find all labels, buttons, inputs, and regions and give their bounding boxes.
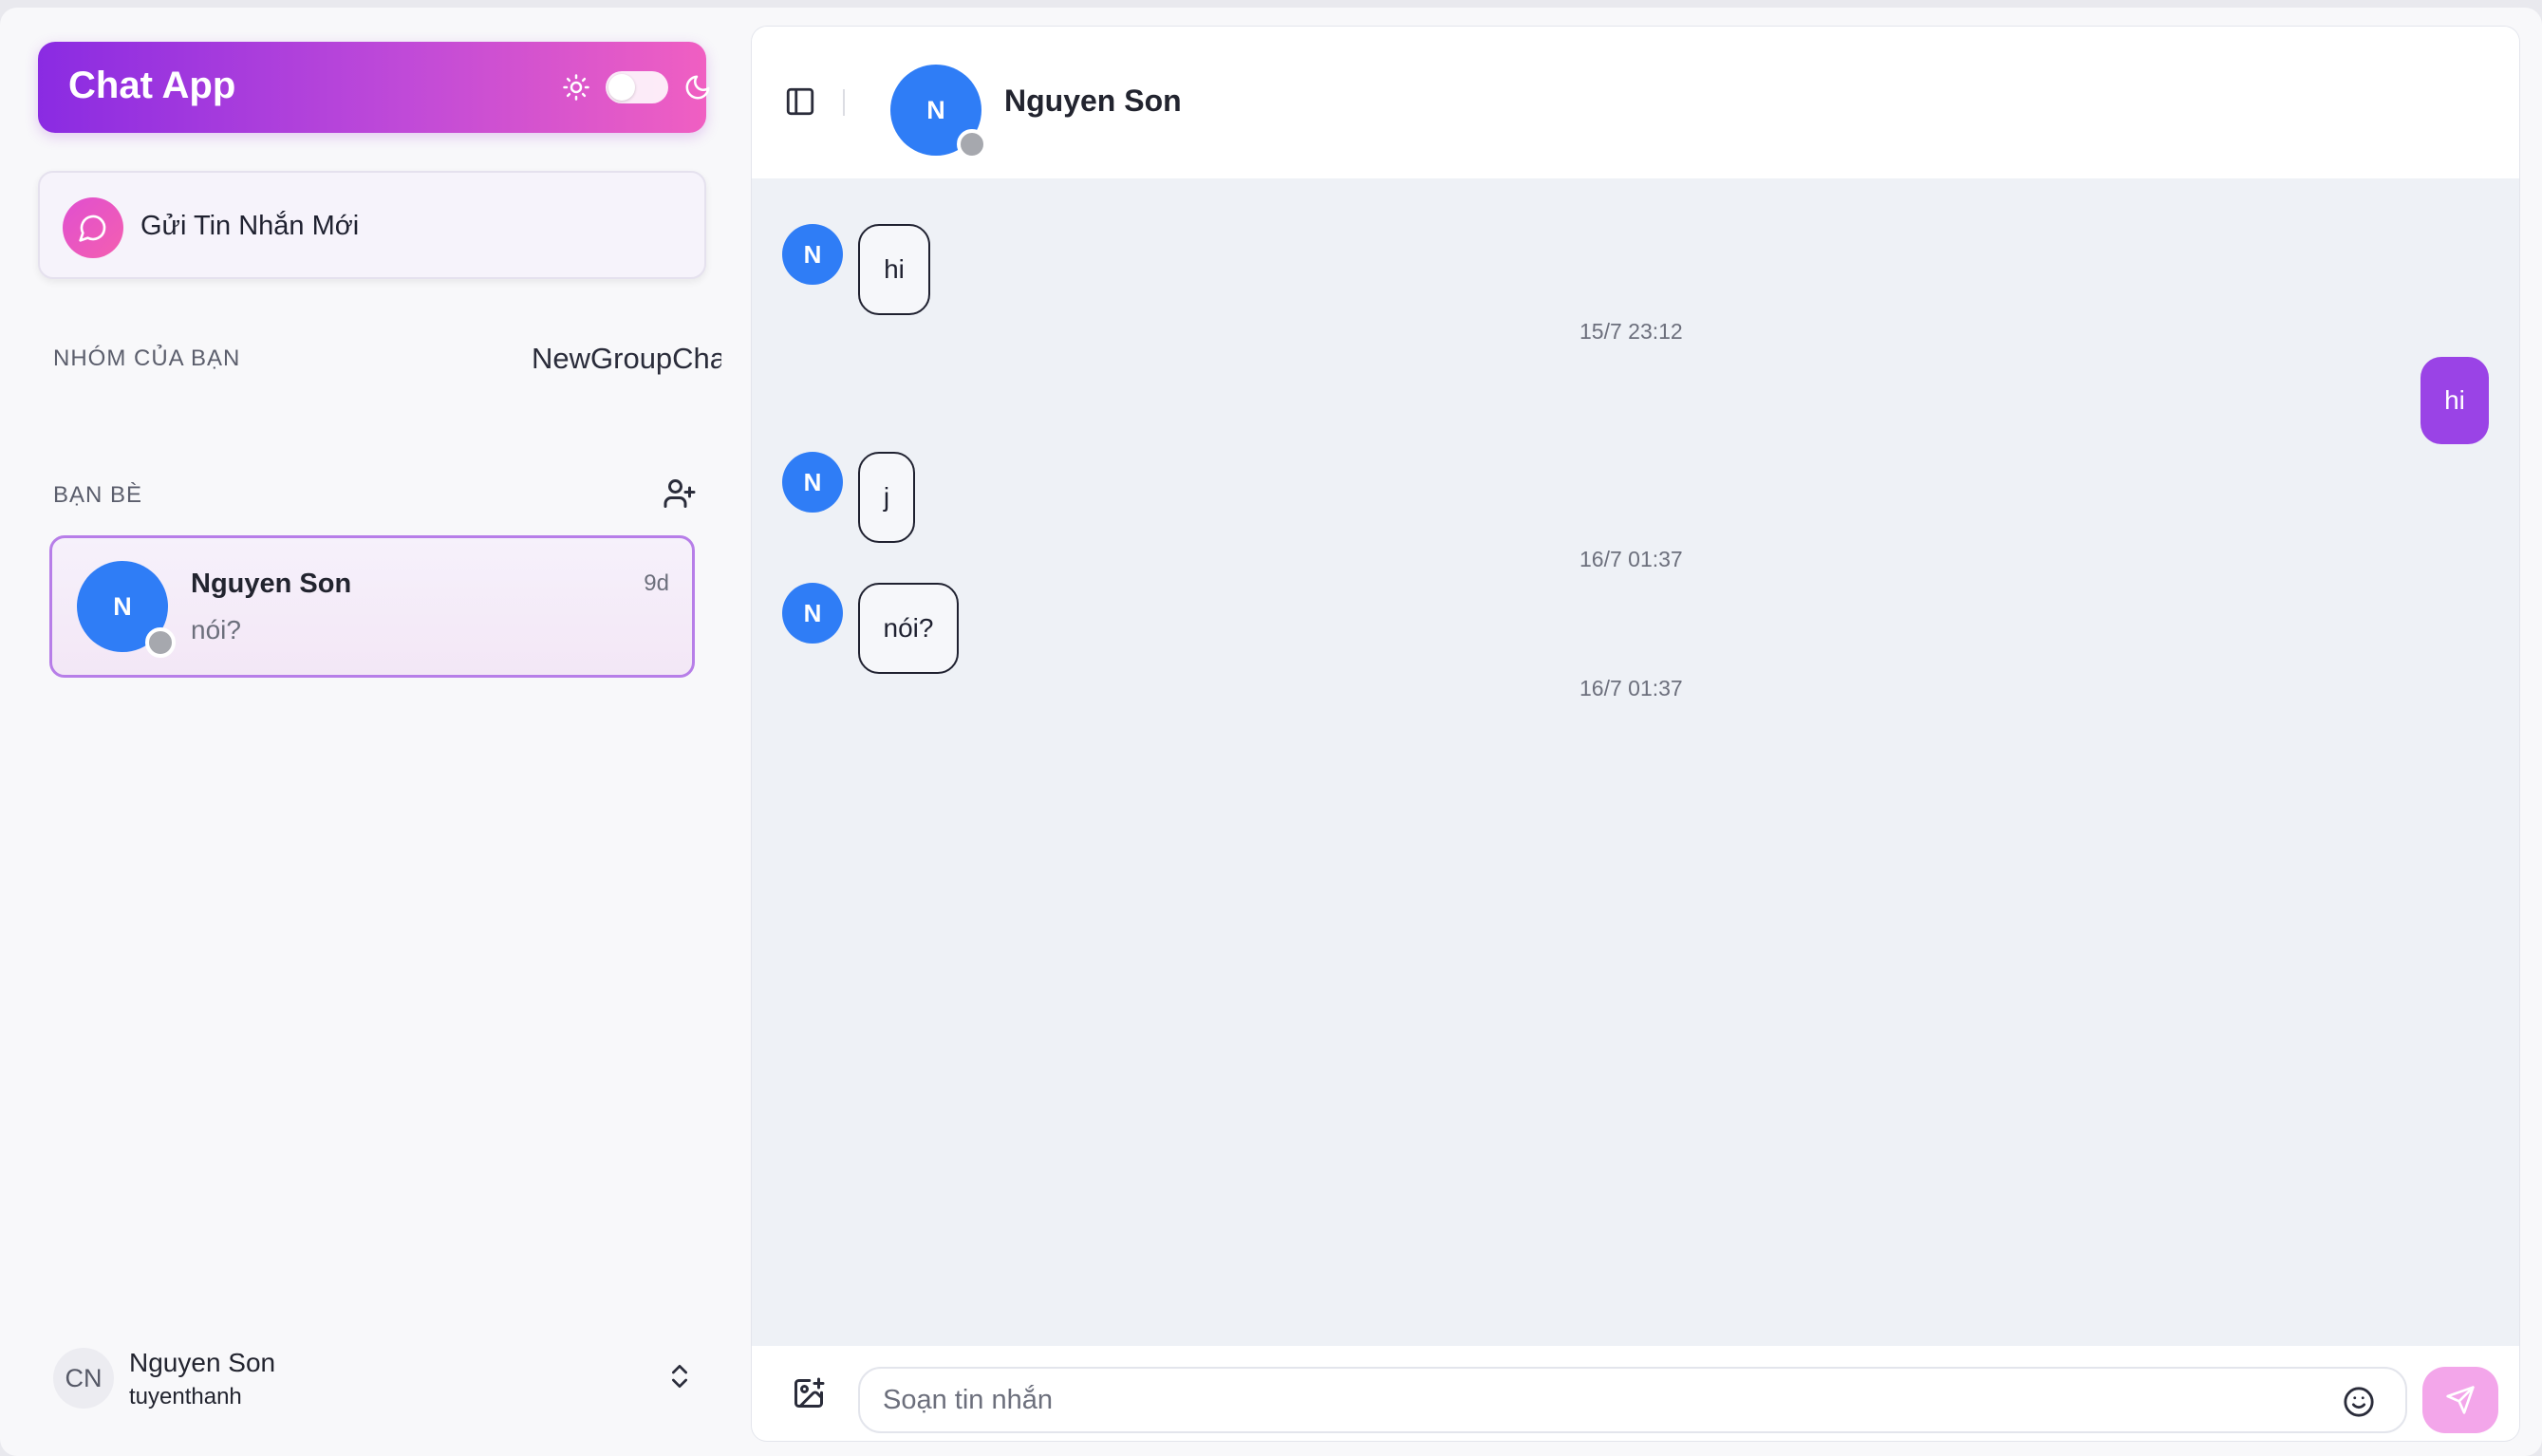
message-avatar: N bbox=[782, 224, 843, 285]
sidebar-panel-icon[interactable] bbox=[784, 85, 816, 118]
message-list: N hi 15/7 23:12 hi N j 16/7 01:37 N nói?… bbox=[752, 178, 2519, 1346]
offline-status-dot bbox=[957, 129, 987, 159]
friend-last-time: 9d bbox=[644, 570, 669, 596]
moon-icon[interactable] bbox=[683, 73, 712, 102]
message-composer bbox=[752, 1346, 2519, 1441]
emoji-icon[interactable] bbox=[2343, 1386, 2375, 1418]
message-avatar: N bbox=[782, 583, 843, 644]
chat-panel: N Nguyen Son N hi 15/7 23:12 hi N j 16/7… bbox=[752, 27, 2519, 1441]
send-button[interactable] bbox=[2422, 1367, 2498, 1433]
message-bubble: hi bbox=[858, 224, 930, 315]
app-title: Chat App bbox=[68, 65, 236, 106]
message-input[interactable] bbox=[858, 1367, 2407, 1433]
image-add-icon[interactable] bbox=[792, 1376, 826, 1410]
chevrons-up-down-icon[interactable] bbox=[664, 1361, 695, 1391]
sidebar: Chat App Gửi Tin Nhắn Mới NHÓM CỦA BẠN N… bbox=[0, 8, 750, 1456]
header-divider bbox=[843, 89, 845, 116]
current-user-menu[interactable]: CN Nguyen Son tuyenthanh bbox=[53, 1342, 699, 1410]
groups-heading: NHÓM CỦA BẠN bbox=[53, 345, 241, 371]
friend-last-message: nói? bbox=[191, 615, 241, 644]
current-user-handle: tuyenthanh bbox=[129, 1384, 242, 1409]
theme-toggle[interactable] bbox=[606, 71, 668, 103]
new-message-label: Gửi Tin Nhắn Mới bbox=[140, 211, 360, 241]
contact-name: Nguyen Son bbox=[1004, 84, 1182, 118]
group-item[interactable]: NewGroupChat bbox=[532, 342, 721, 383]
message-bubble: nói? bbox=[858, 583, 959, 674]
friends-heading: BẠN BÈ bbox=[53, 482, 143, 508]
app-window: Chat App Gửi Tin Nhắn Mới NHÓM CỦA BẠN N… bbox=[0, 8, 2542, 1456]
chat-bubble-icon bbox=[63, 197, 123, 258]
offline-status-dot bbox=[145, 627, 176, 658]
message-avatar: N bbox=[782, 452, 843, 513]
message-time: 15/7 23:12 bbox=[1579, 319, 1683, 344]
new-message-button[interactable]: Gửi Tin Nhắn Mới bbox=[38, 171, 706, 279]
chat-header: N Nguyen Son bbox=[752, 27, 2519, 178]
send-icon bbox=[2446, 1386, 2475, 1414]
message-bubble: j bbox=[858, 452, 915, 543]
message-time: 16/7 01:37 bbox=[1579, 676, 1683, 700]
avatar: CN bbox=[53, 1348, 114, 1409]
message-bubble-outgoing: hi bbox=[2421, 357, 2489, 444]
sun-icon[interactable] bbox=[562, 73, 590, 102]
add-user-icon[interactable] bbox=[663, 476, 697, 511]
friend-item[interactable]: N Nguyen Son 9d nói? bbox=[49, 535, 695, 678]
theme-toggle-knob bbox=[608, 74, 635, 101]
message-time: 16/7 01:37 bbox=[1579, 547, 1683, 571]
friend-name: Nguyen Son bbox=[191, 569, 352, 599]
brand-header: Chat App bbox=[38, 42, 710, 133]
current-user-name: Nguyen Son bbox=[129, 1348, 276, 1377]
